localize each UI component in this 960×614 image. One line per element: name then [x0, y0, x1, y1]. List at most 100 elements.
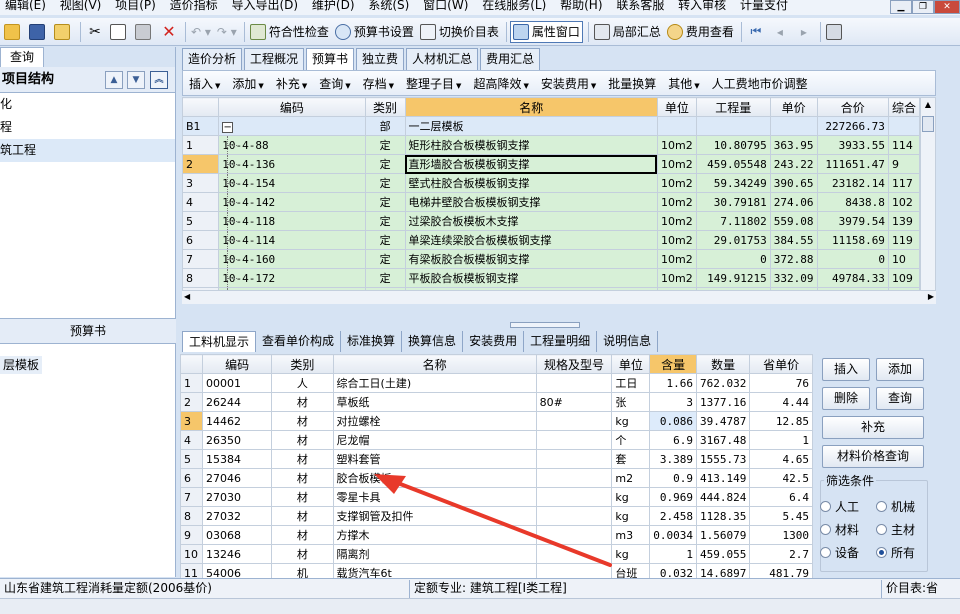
code-cell[interactable]: 03068: [201, 525, 273, 545]
type-cell[interactable]: 材: [271, 525, 334, 545]
header-quantity[interactable]: 工程量: [695, 97, 771, 117]
material-row[interactable]: 7 27030 材零星卡具 kg 0.969 444.824 6.4: [180, 487, 813, 507]
budget-row[interactable]: 5 10-4-118 定过梁胶合板模板木支撑 10m2 7.11802 559.08 397…: [182, 211, 920, 231]
province-price-cell[interactable]: 2.7: [749, 544, 813, 564]
next-button[interactable]: ▸: [793, 21, 815, 43]
unit-cell[interactable]: 10m2: [656, 211, 697, 231]
province-price-cell[interactable]: 42.5: [749, 468, 813, 488]
material-price-query-button[interactable]: 材料价格查询: [822, 445, 924, 468]
code-cell[interactable]: 27032: [201, 506, 273, 526]
spec-cell[interactable]: [535, 563, 613, 578]
quantity-cell[interactable]: 29.01753: [695, 230, 771, 250]
price-cell[interactable]: 559.08: [769, 211, 818, 231]
quantity-cell[interactable]: 459.05548: [695, 154, 771, 174]
composite-cell[interactable]: 139: [887, 211, 920, 231]
name-cell[interactable]: 平板胶合板模板钢支撑: [404, 268, 658, 288]
menu-project[interactable]: 项目(P): [110, 0, 161, 11]
unit-cell[interactable]: kg: [611, 487, 651, 507]
tab-standard-conversion[interactable]: 标准换算: [341, 331, 403, 352]
menu-online-service[interactable]: 在线服务(L): [477, 0, 551, 11]
tab-labor-material-summary[interactable]: 人材机汇总: [406, 48, 479, 70]
header-type[interactable]: 类别: [364, 97, 406, 117]
add-menu[interactable]: 添加 ▼: [226, 75, 269, 92]
content-cell[interactable]: 1.66: [649, 373, 697, 393]
province-price-cell[interactable]: 1: [749, 430, 813, 450]
name-cell[interactable]: 综合工日(土建): [332, 373, 537, 393]
total-cell[interactable]: 3979.54: [816, 211, 889, 231]
header-price[interactable]: 单价: [769, 97, 818, 117]
redo-button[interactable]: ↷ ▾: [215, 21, 239, 43]
unit-cell[interactable]: 10m2: [656, 173, 697, 193]
row-number[interactable]: 8: [182, 268, 220, 288]
composite-cell[interactable]: 114: [887, 135, 920, 155]
tab-material-display[interactable]: 工料机显示: [182, 331, 257, 352]
content-cell[interactable]: 0.086: [649, 411, 697, 431]
budget-row[interactable]: 7 10-4-160 定有梁板胶合板模板钢支撑 10m2 0 372.88 0 10: [182, 249, 920, 269]
code-cell[interactable]: 10-4-142: [218, 192, 366, 212]
budget-row[interactable]: 4 10-4-142 定电梯井壁胶合板模板钢支撑 10m2 30.79181 274.06…: [182, 192, 920, 212]
menu-measure-pay[interactable]: 计量支付: [735, 0, 793, 11]
name-cell[interactable]: 有梁板胶合板模板钢支撑: [404, 249, 658, 269]
content-cell[interactable]: 0.969: [649, 487, 697, 507]
type-cell[interactable]: 材: [271, 544, 334, 564]
material-row[interactable]: 4 26350 材尼龙帽 个 6.9 3167.48 1: [180, 430, 813, 450]
quantity-cell[interactable]: 762.032: [695, 373, 751, 393]
row-number[interactable]: 6: [182, 230, 220, 250]
code-cell[interactable]: 26244: [201, 392, 273, 412]
budget-row[interactable]: 2 10-4-136 定直形墙胶合板模板钢支撑 10m2 459.05548 243.22…: [182, 154, 920, 174]
type-cell[interactable]: 材: [271, 449, 334, 469]
save-button[interactable]: [27, 21, 50, 43]
content-cell[interactable]: 0.0034: [649, 525, 697, 545]
row-number[interactable]: 7: [182, 249, 220, 269]
quantity-cell[interactable]: 30.79181: [695, 192, 771, 212]
row-number[interactable]: 8: [180, 506, 203, 526]
total-cell[interactable]: 8438.8: [816, 192, 889, 212]
code-cell[interactable]: 10-4-172: [218, 268, 366, 288]
province-price-cell[interactable]: 76: [749, 373, 813, 393]
delete-button[interactable]: ✕: [158, 21, 180, 43]
type-cell[interactable]: 机: [271, 563, 334, 578]
material-row[interactable]: 6 27046 材胶合板模板 m2 0.9 413.149 42.5: [180, 468, 813, 488]
menu-contact-service[interactable]: 联系客服: [611, 0, 669, 11]
price-cell[interactable]: 372.88: [769, 249, 818, 269]
name-cell[interactable]: 直形墙胶合板模板钢支撑: [404, 154, 658, 174]
quantity-cell[interactable]: 413.149: [695, 468, 751, 488]
price-cell[interactable]: 390.65: [769, 173, 818, 193]
name-cell[interactable]: 单梁连续梁胶合板模板钢支撑: [404, 230, 658, 250]
tab-project-overview[interactable]: 工程概况: [244, 48, 305, 70]
province-price-cell[interactable]: 12.85: [749, 411, 813, 431]
province-price-cell[interactable]: 5.45: [749, 506, 813, 526]
close-button[interactable]: ✕: [934, 0, 960, 14]
price-cell[interactable]: 274.06: [769, 192, 818, 212]
composite-cell[interactable]: 109: [887, 268, 920, 288]
quantity-cell[interactable]: 0: [695, 249, 771, 269]
batch-convert-button[interactable]: 批量换算: [602, 75, 662, 92]
type-cell[interactable]: 材: [271, 506, 334, 526]
supplement-menu[interactable]: 补充 ▼: [270, 75, 313, 92]
row-number[interactable]: 5: [180, 449, 203, 469]
filter-material-radio[interactable]: 材料: [820, 521, 859, 538]
menu-maintain[interactable]: 维护(D): [307, 0, 360, 11]
type-cell[interactable]: 定: [364, 211, 406, 231]
header-code[interactable]: 编码: [218, 97, 366, 117]
total-cell[interactable]: 23182.14: [816, 173, 889, 193]
row-number[interactable]: 2: [182, 154, 220, 174]
spec-cell[interactable]: 80#: [535, 392, 613, 412]
name-cell[interactable]: 尼龙帽: [332, 430, 537, 450]
row-number[interactable]: 3: [182, 173, 220, 193]
composite-cell[interactable]: 102: [887, 192, 920, 212]
undo-button[interactable]: ↶ ▾: [189, 21, 213, 43]
spec-cell[interactable]: [535, 544, 613, 564]
quantity-cell[interactable]: 459.055: [695, 544, 751, 564]
tree-item[interactable]: 程: [0, 116, 175, 139]
new-button[interactable]: [2, 21, 25, 43]
collapse-tree-icon[interactable]: −: [222, 121, 234, 133]
unit-cell[interactable]: 张: [611, 392, 651, 412]
row-number[interactable]: 6: [180, 468, 203, 488]
composite-cell[interactable]: 9: [887, 154, 920, 174]
unit-cell[interactable]: m3: [611, 525, 651, 545]
type-cell[interactable]: 材: [271, 392, 334, 412]
content-cell[interactable]: 0.9: [649, 468, 697, 488]
type-cell[interactable]: 定: [364, 268, 406, 288]
archive-menu[interactable]: 存档 ▼: [357, 75, 400, 92]
